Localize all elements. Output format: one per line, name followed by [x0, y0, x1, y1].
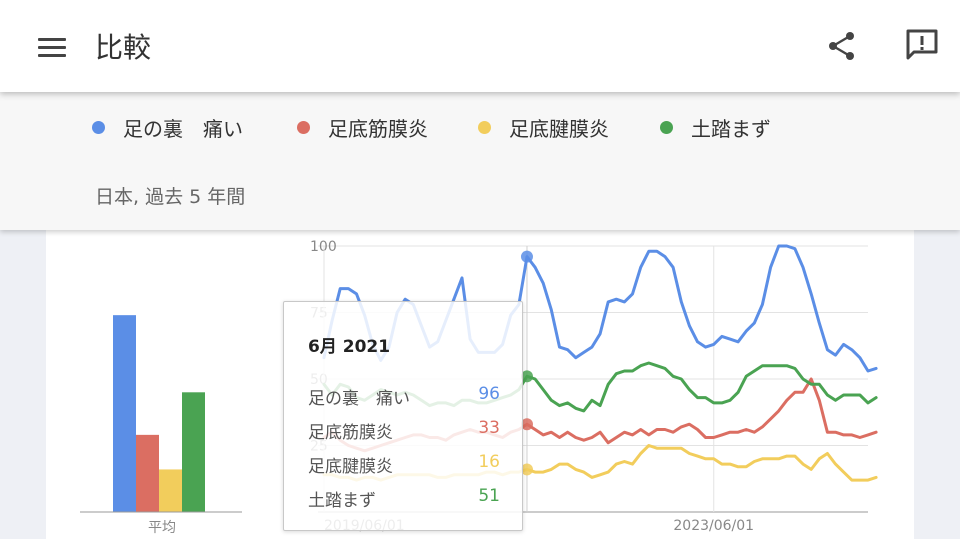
legend-item-term-2[interactable]: 足底筋膜炎 [297, 114, 428, 141]
comparison-legend-panel: 足の裏 痛い 足底筋膜炎 足底腱膜炎 土踏まず 日本, 過去 5 年間 [0, 92, 960, 230]
average-label: 平均 [148, 520, 176, 536]
y-tick-label: 100 [310, 239, 337, 255]
legend-item-term-4[interactable]: 土踏まず [660, 114, 771, 141]
tooltip-term-label: 足底筋膜炎 [308, 423, 393, 443]
x-tick-label: 2023/06/01 [673, 518, 754, 534]
legend-label: 足底腱膜炎 [509, 116, 609, 141]
average-bar[interactable] [136, 434, 159, 512]
average-bar[interactable] [113, 315, 136, 512]
tooltip-term-label: 足底腱膜炎 [308, 457, 393, 477]
tooltip-row: 足底筋膜炎 33 [308, 418, 500, 443]
legend-label: 足底筋膜炎 [328, 116, 428, 141]
tooltip-row: 足の裏 痛い 96 [308, 384, 500, 409]
legend-label: 土踏まず [691, 116, 771, 141]
legend-item-term-3[interactable]: 足底腱膜炎 [478, 114, 609, 141]
share-icon[interactable] [826, 30, 858, 62]
tooltip-term-value: 33 [478, 418, 500, 438]
feedback-icon[interactable] [904, 28, 940, 62]
hover-point [520, 250, 533, 263]
average-bar[interactable] [182, 392, 205, 512]
top-app-bar: 比較 [0, 0, 960, 92]
hamburger-menu-icon[interactable] [38, 38, 66, 58]
average-bar-chart [80, 315, 242, 513]
tooltip-term-value: 96 [478, 384, 500, 404]
region-timeframe-label: 日本, 過去 5 年間 [95, 186, 246, 208]
legend-dot [478, 120, 491, 134]
hover-tooltip: 6月 2021 足の裏 痛い 96 足底筋膜炎 33 足底腱膜炎 16 土踏まず… [283, 301, 523, 531]
legend-dot [297, 120, 310, 134]
legend-dot [92, 120, 105, 134]
tooltip-term-value: 51 [478, 486, 500, 506]
average-bar[interactable] [159, 469, 182, 512]
tooltip-term-label: 土踏まず [308, 491, 376, 511]
tooltip-row: 足底腱膜炎 16 [308, 452, 500, 477]
tooltip-date: 6月 2021 [308, 337, 391, 357]
legend-item-term-1[interactable]: 足の裏 痛い [92, 114, 243, 141]
tooltip-term-value: 16 [478, 452, 500, 472]
tooltip-term-label: 足の裏 痛い [308, 389, 410, 409]
tooltip-row: 土踏まず 51 [308, 486, 500, 511]
legend-label: 足の裏 痛い [123, 116, 243, 141]
legend-dot [660, 120, 673, 134]
page-title: 比較 [95, 31, 152, 64]
